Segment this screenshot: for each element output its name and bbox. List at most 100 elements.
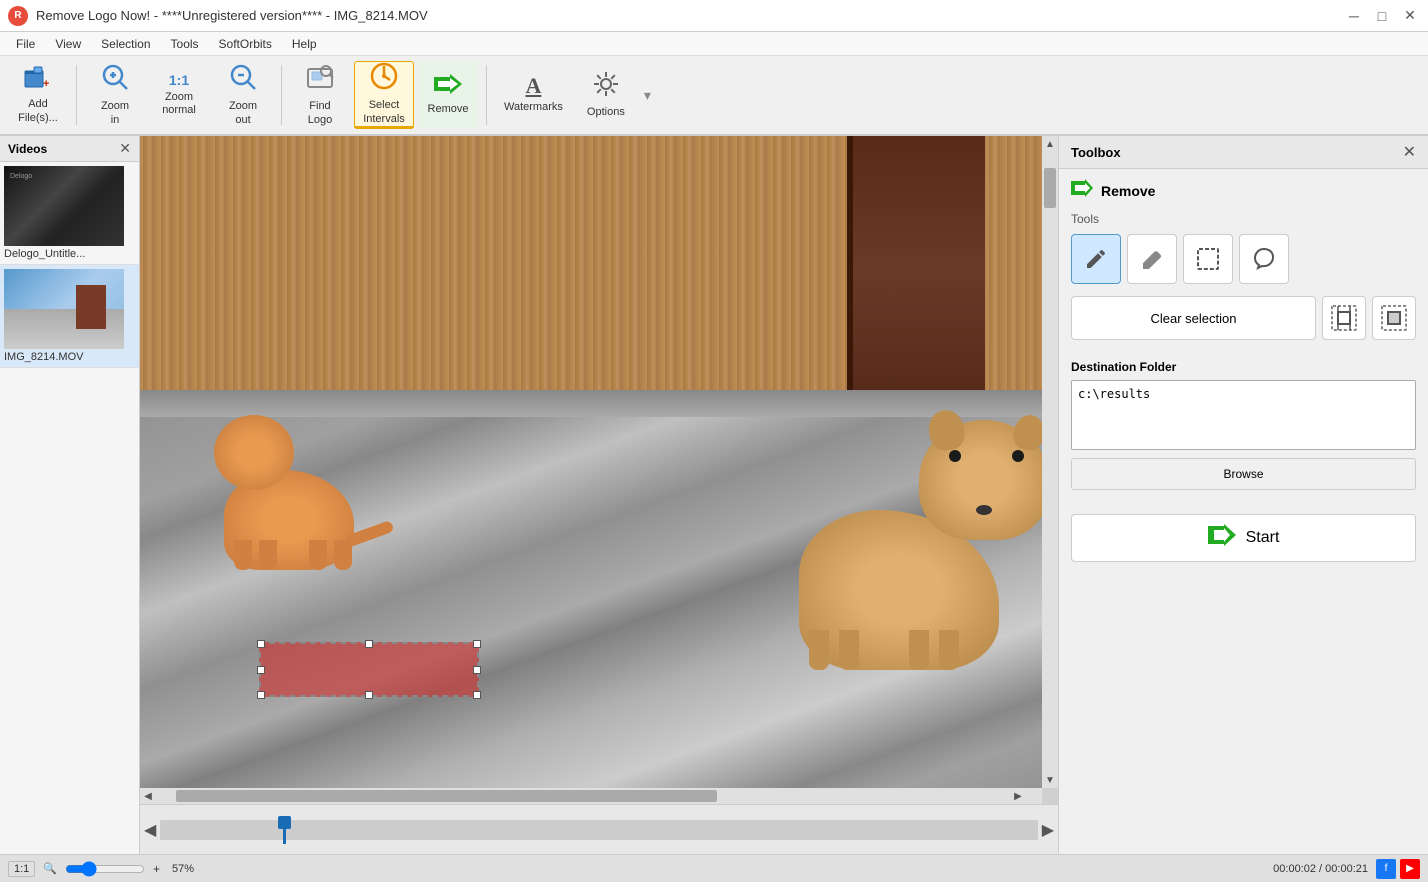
dest-folder-label: Destination Folder: [1071, 360, 1416, 374]
selection-handle-bl[interactable]: [257, 691, 265, 699]
timeline-track[interactable]: [160, 820, 1037, 840]
selection-handle-tr[interactable]: [473, 640, 481, 648]
add-files-label: AddFile(s)...: [18, 98, 58, 124]
video-item-2[interactable]: IMG_8214.MOV: [0, 265, 139, 368]
scroll-corner: [1042, 788, 1058, 804]
zoom-slider[interactable]: [65, 864, 145, 874]
zoom-normal-icon: 1:1: [169, 73, 189, 87]
facebook-button[interactable]: f: [1376, 859, 1396, 879]
video-scrollbar-right[interactable]: ▲ ▼: [1042, 136, 1058, 804]
scroll-thumb-horizontal[interactable]: [176, 790, 717, 802]
start-btn-row: Start: [1059, 502, 1428, 574]
main-area: Videos ✕ Delogo Delogo_Untitle... IMG_82…: [0, 136, 1428, 854]
toolbox-content: Remove Tools: [1059, 169, 1428, 854]
toolbar-add-files-button[interactable]: + AddFile(s)...: [8, 61, 68, 129]
toolbar-remove-button[interactable]: Remove: [418, 61, 478, 129]
shrink-selection-button[interactable]: [1372, 296, 1416, 340]
menu-softorbits[interactable]: SoftOrbits: [211, 35, 280, 53]
options-icon: [593, 71, 619, 102]
scroll-left-button[interactable]: ◀: [140, 788, 156, 804]
watermarks-icon: A: [525, 75, 541, 97]
zoom-in-icon: [101, 63, 129, 96]
tool-lasso-button[interactable]: [1239, 234, 1289, 284]
timeline-cursor[interactable]: [283, 816, 286, 844]
tools-row: [1059, 230, 1428, 288]
selection-handle-tl[interactable]: [257, 640, 265, 648]
zoom-level: 57%: [172, 863, 194, 875]
toolbar-find-logo-button[interactable]: FindLogo: [290, 61, 350, 129]
toolbar-zoom-out-button[interactable]: Zoomout: [213, 61, 273, 129]
selection-handle-tc[interactable]: [365, 640, 373, 648]
timeline-controls-right: ▶: [1042, 820, 1054, 840]
time-current: 00:00:02: [1273, 863, 1316, 875]
remove-icon: [434, 74, 462, 99]
zoom-plus-icon[interactable]: +: [153, 862, 160, 876]
tool-rect-select-button[interactable]: [1183, 234, 1233, 284]
window-title: Remove Logo Now! - ****Unregistered vers…: [36, 8, 428, 23]
cat-head: [214, 415, 294, 490]
scroll-right-button[interactable]: ▶: [1010, 788, 1026, 804]
zoom-in-label: Zoomin: [101, 100, 129, 126]
timeline-prev-button[interactable]: ◀: [144, 820, 156, 840]
toolbar-watermarks-button[interactable]: A Watermarks: [495, 61, 572, 129]
status-social: f ▶: [1376, 859, 1420, 879]
clear-selection-button[interactable]: Clear selection: [1071, 296, 1316, 340]
video-scrollbar-bottom[interactable]: ◀ ▶: [140, 788, 1042, 804]
status-time: 00:00:02 / 00:00:21: [1273, 863, 1368, 875]
selection-handle-ml[interactable]: [257, 666, 265, 674]
tool-pencil-button[interactable]: [1071, 234, 1121, 284]
status-left: 1:1 🔍 + 57%: [8, 861, 1265, 877]
toolbar-options-button[interactable]: Options: [576, 61, 636, 129]
menu-view[interactable]: View: [47, 35, 89, 53]
zoom-normal-label: Zoomnormal: [162, 91, 196, 117]
video1-label: Delogo_Untitle...: [4, 248, 135, 260]
menu-help[interactable]: Help: [284, 35, 325, 53]
video-thumb-1: Delogo: [4, 166, 124, 246]
selection-box[interactable]: [259, 642, 479, 697]
start-button[interactable]: Start: [1071, 514, 1416, 562]
scroll-thumb-vertical[interactable]: [1044, 168, 1056, 208]
video-thumb-2: [4, 269, 124, 349]
zoom-minus-icon[interactable]: 🔍: [43, 862, 57, 875]
select-intervals-icon: [370, 62, 398, 95]
tools-label: Tools: [1059, 208, 1428, 230]
title-bar-controls: ─ □ ✕: [1344, 6, 1420, 26]
minimize-button[interactable]: ─: [1344, 6, 1364, 26]
dog-head: [919, 420, 1049, 540]
cat-figure: [204, 390, 464, 570]
maximize-button[interactable]: □: [1372, 6, 1392, 26]
remove-section-icon: [1071, 179, 1093, 202]
toolbar-zoom-normal-button[interactable]: 1:1 Zoomnormal: [149, 61, 209, 129]
selection-handle-br[interactable]: [473, 691, 481, 699]
tool-eraser-button[interactable]: [1127, 234, 1177, 284]
videos-panel-close-button[interactable]: ✕: [119, 140, 131, 157]
remove-section-label: Remove: [1101, 183, 1155, 199]
timeline-next-button[interactable]: ▶: [1042, 820, 1054, 840]
dest-folder-input[interactable]: c:\results: [1071, 380, 1416, 450]
menu-file[interactable]: File: [8, 35, 43, 53]
browse-button[interactable]: Browse: [1071, 458, 1416, 490]
menu-tools[interactable]: Tools: [163, 35, 207, 53]
expand-selection-button[interactable]: [1322, 296, 1366, 340]
scroll-up-button[interactable]: ▲: [1042, 136, 1058, 152]
dest-folder-section: Destination Folder c:\results Browse: [1059, 348, 1428, 502]
video-canvas[interactable]: ▲ ▼ ◀ ▶: [140, 136, 1058, 804]
toolbar-more-button[interactable]: ▾: [644, 87, 651, 104]
video-frame: [140, 136, 1058, 804]
toolbar-select-intervals-button[interactable]: SelectIntervals: [354, 61, 414, 129]
selection-handle-bc[interactable]: [365, 691, 373, 699]
video-item-1[interactable]: Delogo Delogo_Untitle...: [0, 162, 139, 265]
video2-label: IMG_8214.MOV: [4, 351, 135, 363]
videos-panel: Videos ✕ Delogo Delogo_Untitle... IMG_82…: [0, 136, 140, 854]
close-button[interactable]: ✕: [1400, 6, 1420, 26]
toolbox-remove-section: Remove: [1059, 169, 1428, 208]
watermarks-label: Watermarks: [504, 101, 563, 114]
youtube-button[interactable]: ▶: [1400, 859, 1420, 879]
toolbar: + AddFile(s)... Zoomin 1:1 Zoomnormal: [0, 56, 1428, 136]
toolbox-close-button[interactable]: ✕: [1403, 142, 1416, 162]
toolbox-header: Toolbox ✕: [1059, 136, 1428, 169]
menu-selection[interactable]: Selection: [93, 35, 158, 53]
toolbar-zoom-in-button[interactable]: Zoomin: [85, 61, 145, 129]
scroll-down-button[interactable]: ▼: [1042, 772, 1058, 788]
selection-handle-mr[interactable]: [473, 666, 481, 674]
